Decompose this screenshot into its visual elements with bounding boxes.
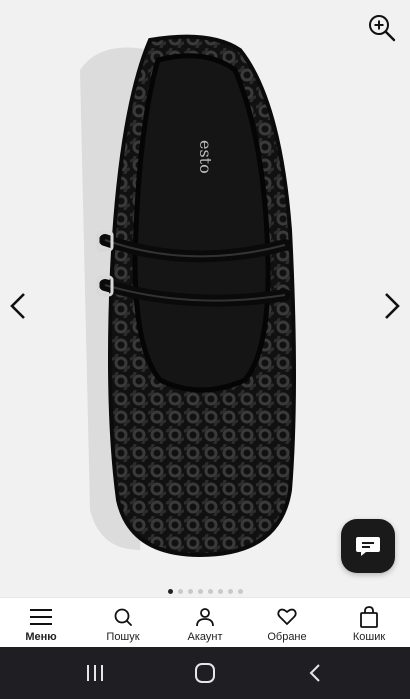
nav-item-account[interactable]: Акаунт — [164, 598, 246, 647]
recent-apps-icon — [87, 665, 103, 681]
product-image-gallery[interactable]: esto — [0, 0, 410, 596]
nav-label: Кошик — [352, 631, 386, 643]
previous-image-button[interactable] — [4, 286, 32, 326]
back-button[interactable] — [290, 653, 340, 693]
search-icon — [111, 606, 135, 628]
nav-item-menu[interactable]: Меню — [0, 598, 82, 647]
chevron-left-icon — [10, 293, 25, 319]
gallery-dot[interactable] — [237, 589, 243, 594]
nav-item-cart[interactable]: Кошик — [328, 598, 410, 647]
gallery-dot[interactable] — [227, 589, 233, 594]
gallery-dot[interactable] — [187, 589, 193, 594]
gallery-dot[interactable] — [217, 589, 223, 594]
brand-logo: esto — [196, 140, 215, 174]
nav-item-search[interactable]: Пошук — [82, 598, 164, 647]
gallery-dot[interactable] — [167, 589, 173, 594]
next-image-button[interactable] — [378, 286, 406, 326]
bottom-navigation: Меню Пошук Акаунт Обране Кошик — [0, 597, 410, 647]
heart-icon — [275, 606, 299, 628]
recent-apps-button[interactable] — [70, 653, 120, 693]
home-button[interactable] — [180, 653, 230, 693]
home-icon — [195, 663, 215, 683]
system-navigation-bar — [0, 647, 410, 699]
chat-button[interactable] — [341, 519, 395, 573]
user-icon — [193, 606, 217, 628]
product-image: esto — [80, 34, 296, 558]
nav-item-favorites[interactable]: Обране — [246, 598, 328, 647]
gallery-dot[interactable] — [177, 589, 183, 594]
back-icon — [309, 664, 320, 682]
nav-label: Меню — [25, 631, 57, 643]
chevron-right-icon — [385, 293, 400, 319]
hamburger-menu-icon — [29, 606, 53, 628]
chat-bubble-icon — [356, 537, 380, 556]
gallery-pagination — [0, 589, 410, 596]
gallery-dot[interactable] — [207, 589, 213, 594]
zoom-in-icon — [369, 15, 396, 42]
shopping-bag-icon — [357, 606, 381, 628]
nav-label: Акаунт — [187, 631, 223, 643]
gallery-dot[interactable] — [197, 589, 203, 594]
nav-label: Пошук — [106, 631, 140, 643]
nav-label: Обране — [267, 631, 307, 643]
zoom-button[interactable] — [366, 12, 398, 44]
